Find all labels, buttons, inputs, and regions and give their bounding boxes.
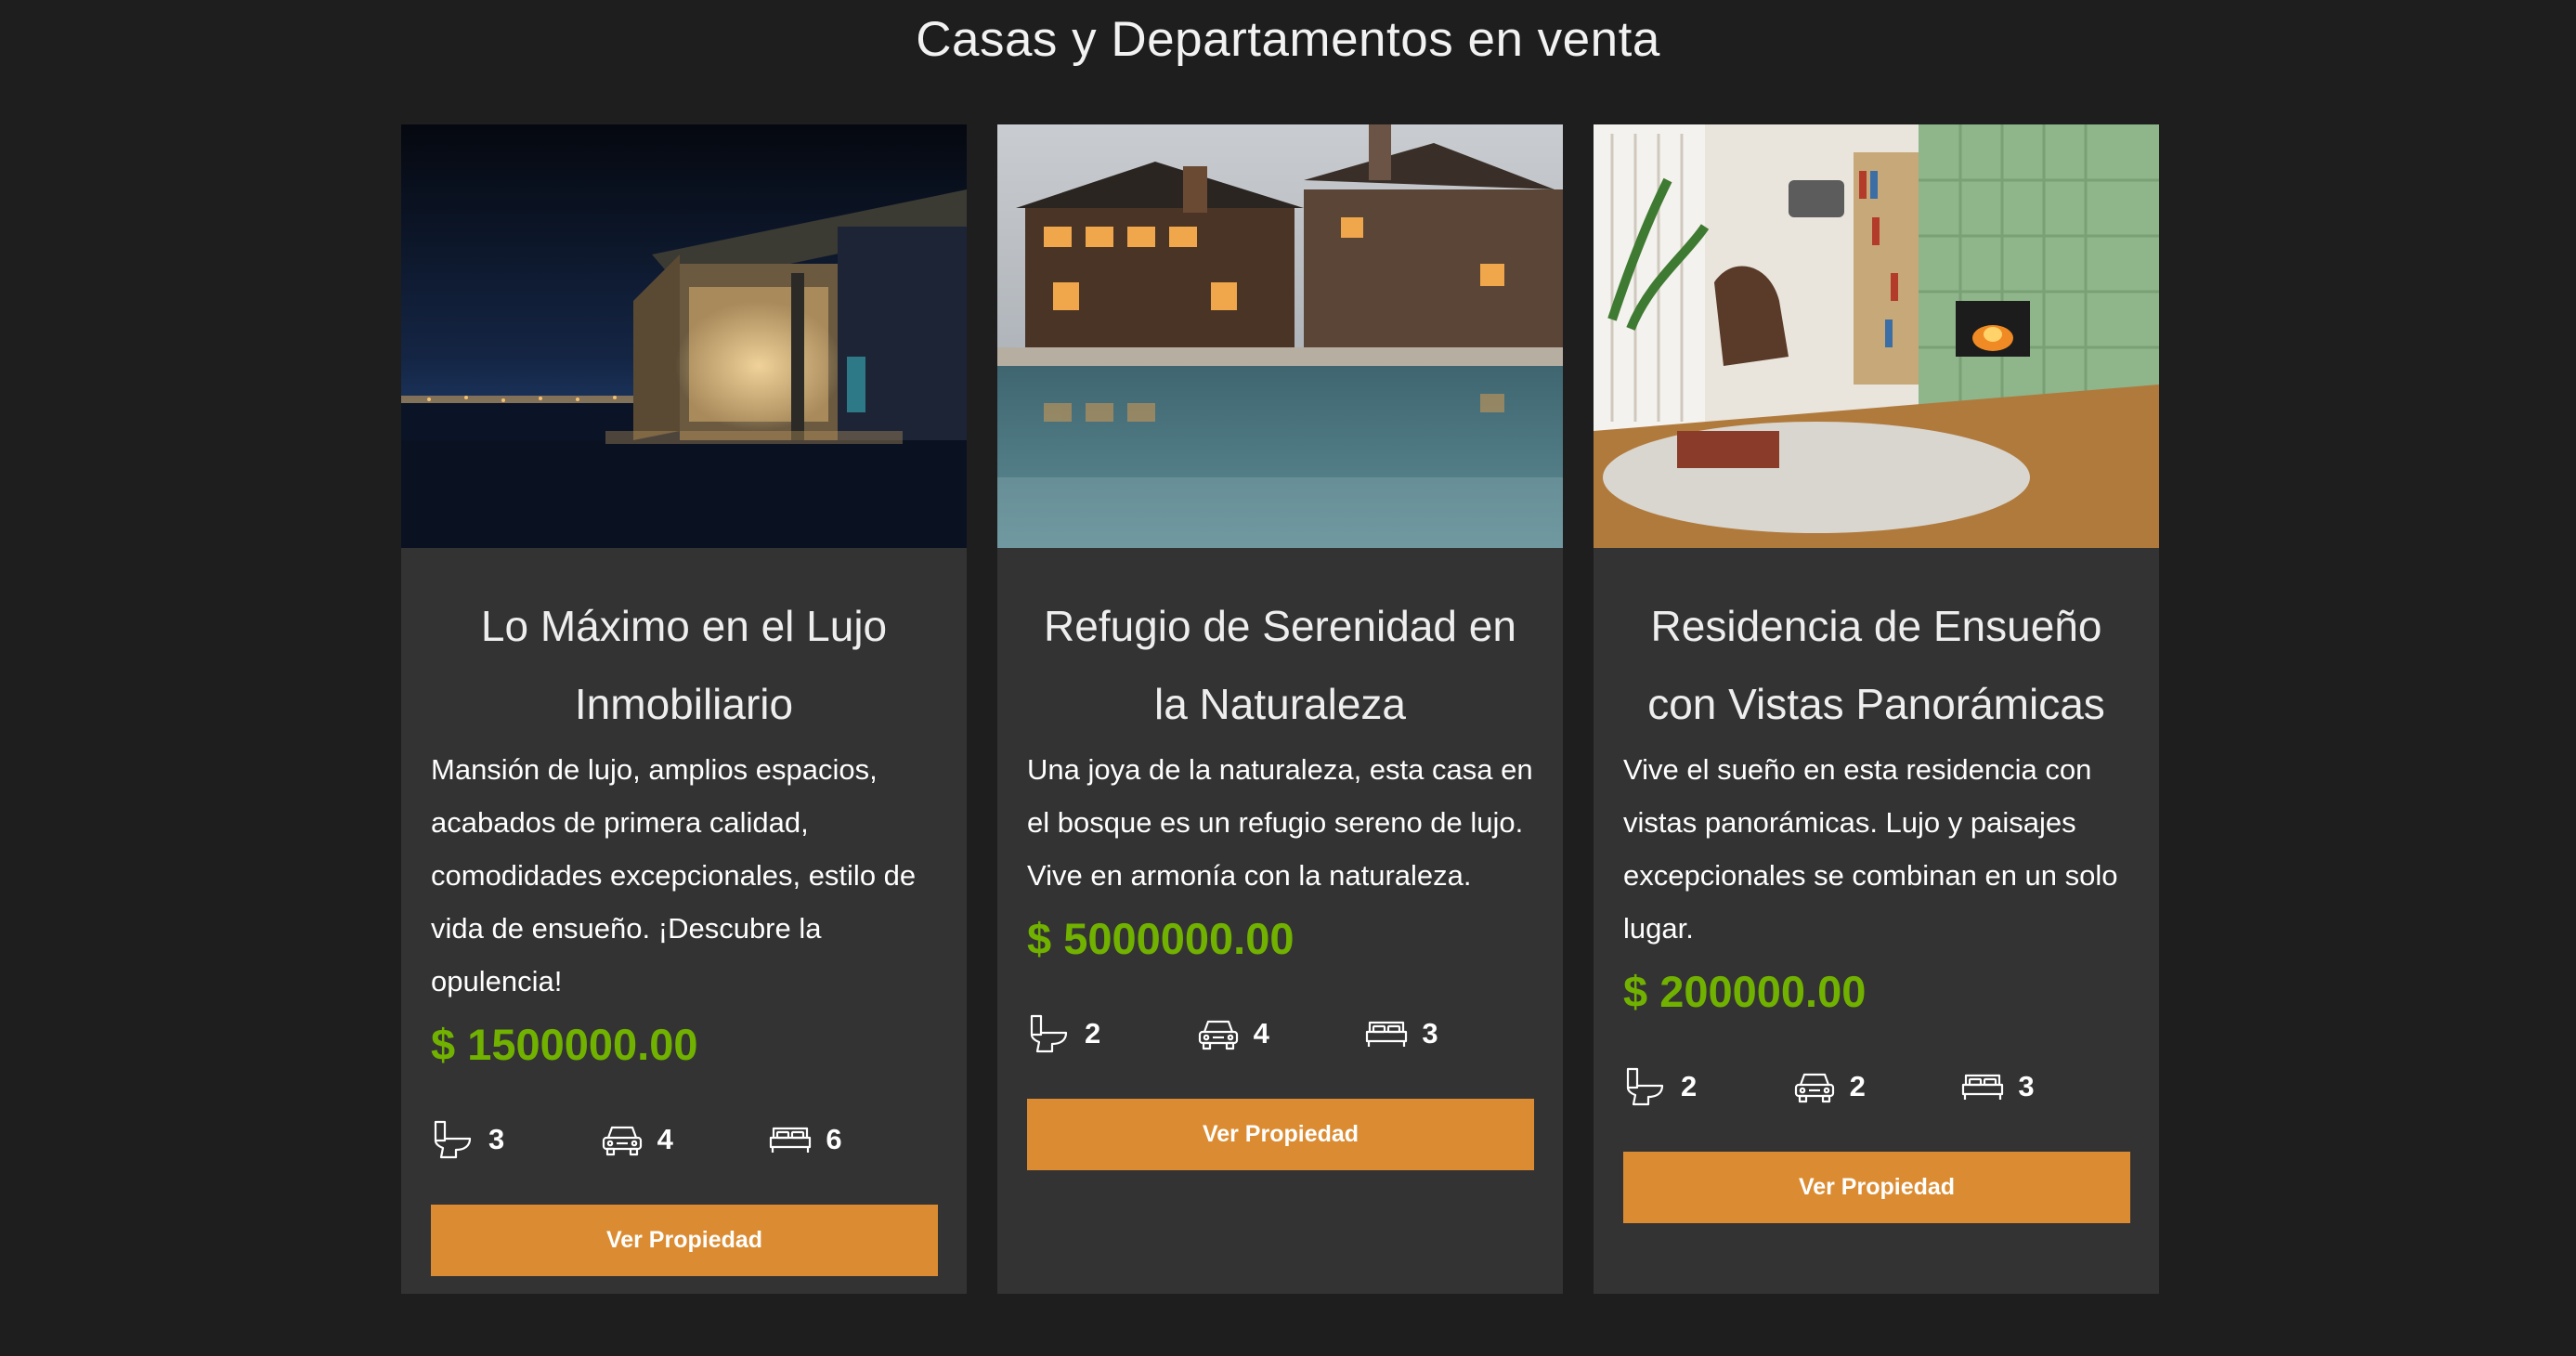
listing-image-night-house[interactable] bbox=[401, 124, 967, 548]
listing-description: Vive el sueño en esta residencia con vis… bbox=[1623, 753, 2118, 945]
listing-features: 2 2 3 bbox=[1623, 1061, 2129, 1113]
view-property-button[interactable]: Ver Propiedad bbox=[1623, 1152, 2130, 1223]
listing-features: 3 4 6 bbox=[431, 1114, 937, 1166]
parking-count: 4 bbox=[657, 1123, 673, 1155]
view-property-button[interactable]: Ver Propiedad bbox=[1027, 1099, 1534, 1170]
bedrooms-count: 3 bbox=[2018, 1070, 2035, 1102]
feature-parking: 4 bbox=[600, 1117, 769, 1162]
listing-description: Mansión de lujo, amplios espacios, acaba… bbox=[431, 753, 917, 997]
bedrooms-count: 6 bbox=[826, 1123, 842, 1155]
car-icon bbox=[1792, 1064, 1837, 1109]
bathrooms-count: 3 bbox=[488, 1123, 505, 1155]
feature-bathrooms: 2 bbox=[1027, 1011, 1196, 1056]
bed-icon bbox=[1364, 1011, 1409, 1056]
bedrooms-count: 3 bbox=[1422, 1017, 1438, 1050]
listing-card: Residencia de Ensueño con Vistas Panorám… bbox=[1594, 124, 2159, 1294]
feature-parking: 2 bbox=[1792, 1064, 1961, 1109]
listing-card: Refugio de Serenidad en la Naturaleza Un… bbox=[997, 124, 1563, 1294]
listing-price: $ 5000000.00 bbox=[1027, 914, 1295, 963]
listing-description: Una joya de la naturaleza, esta casa en … bbox=[1027, 753, 1533, 892]
listing-price: $ 1500000.00 bbox=[431, 1020, 698, 1069]
car-icon bbox=[1196, 1011, 1241, 1056]
feature-parking: 4 bbox=[1196, 1011, 1365, 1056]
listing-title: Refugio de Serenidad en la Naturaleza bbox=[1044, 602, 1516, 728]
view-property-button[interactable]: Ver Propiedad bbox=[431, 1205, 938, 1276]
parking-count: 2 bbox=[1849, 1070, 1866, 1102]
listings-grid: Lo Máximo en el Lujo Inmobiliario Mansió… bbox=[401, 124, 2159, 1294]
bathrooms-count: 2 bbox=[1085, 1017, 1101, 1050]
page-title: Casas y Departamentos en venta bbox=[916, 12, 1660, 67]
feature-bathrooms: 3 bbox=[431, 1117, 600, 1162]
toilet-icon bbox=[1623, 1064, 1668, 1109]
toilet-icon bbox=[431, 1117, 475, 1162]
listing-image-lodge-pool[interactable] bbox=[997, 124, 1563, 548]
car-icon bbox=[600, 1117, 644, 1162]
listing-title: Lo Máximo en el Lujo Inmobiliario bbox=[480, 602, 888, 728]
feature-bathrooms: 2 bbox=[1623, 1064, 1792, 1109]
parking-count: 4 bbox=[1253, 1017, 1269, 1050]
bathrooms-count: 2 bbox=[1681, 1070, 1698, 1102]
listing-price: $ 200000.00 bbox=[1623, 967, 1867, 1016]
listing-features: 2 4 3 bbox=[1027, 1008, 1533, 1060]
bed-icon bbox=[1960, 1064, 2005, 1109]
bed-icon bbox=[768, 1117, 813, 1162]
feature-bedrooms: 3 bbox=[1960, 1064, 2129, 1109]
toilet-icon bbox=[1027, 1011, 1072, 1056]
listing-title: Residencia de Ensueño con Vistas Panorám… bbox=[1647, 602, 2105, 728]
feature-bedrooms: 6 bbox=[768, 1117, 937, 1162]
listing-image-living-room[interactable] bbox=[1594, 124, 2159, 548]
listing-card: Lo Máximo en el Lujo Inmobiliario Mansió… bbox=[401, 124, 967, 1294]
feature-bedrooms: 3 bbox=[1364, 1011, 1533, 1056]
